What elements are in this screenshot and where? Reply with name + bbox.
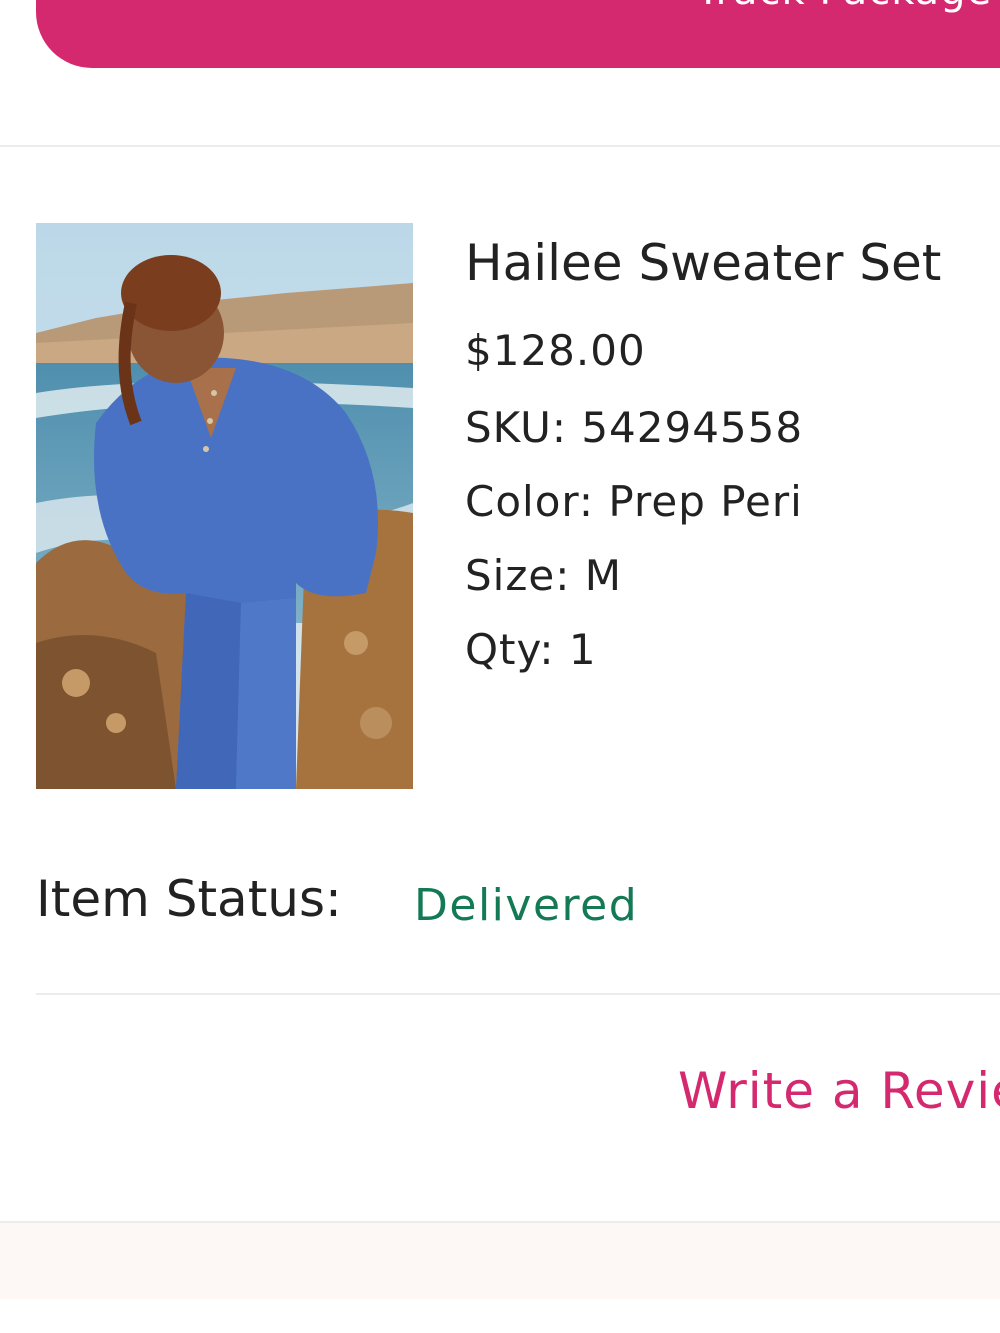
item-status-row: Item Status: Delivered: [36, 870, 637, 950]
footer-band: [0, 1223, 1000, 1299]
divider: [36, 993, 1000, 995]
product-info: Hailee Sweater Set $128.00 SKU: 54294558…: [465, 228, 1000, 687]
product-attributes: SKU: 54294558 Color: Prep Peri Size: M Q…: [465, 391, 1000, 687]
product-sku: SKU: 54294558: [465, 403, 804, 452]
product-name[interactable]: Hailee Sweater Set: [465, 228, 1000, 298]
product-price: $128.00: [465, 326, 646, 375]
track-package-label: Track Package: [696, 0, 992, 14]
item-status-value: Delivered: [414, 880, 639, 931]
order-item-page: Track Package: [0, 0, 1000, 1333]
product-color: Color: Prep Peri: [465, 477, 803, 526]
item-status-label: Item Status:: [36, 870, 342, 928]
product-image[interactable]: [36, 223, 413, 789]
write-review-link[interactable]: Write a Review: [678, 1062, 1000, 1120]
divider: [0, 145, 1000, 147]
track-package-button[interactable]: Track Package: [36, 0, 1000, 68]
product-size: Size: M: [465, 551, 622, 600]
product-qty: Qty: 1: [465, 625, 597, 674]
